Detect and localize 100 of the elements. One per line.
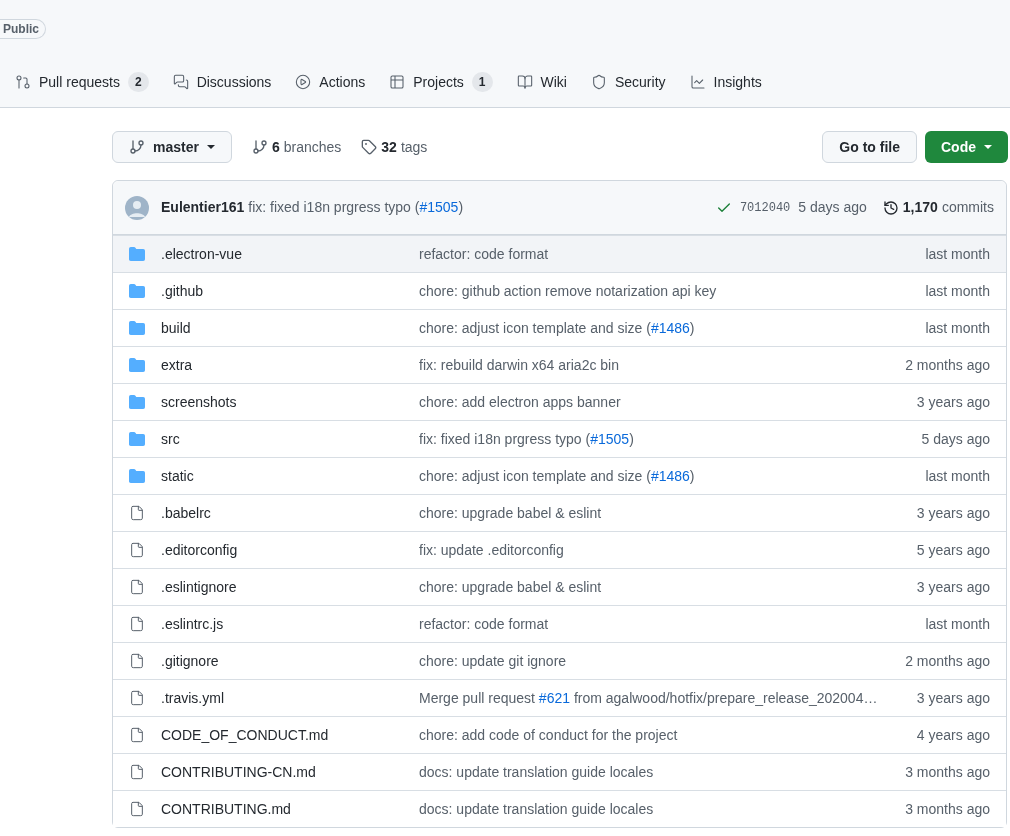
- issue-link[interactable]: #1505: [590, 430, 630, 447]
- commit-message[interactable]: chore: upgrade babel & eslint: [419, 576, 602, 598]
- file-icon: [129, 653, 145, 669]
- commit-time: 5 days ago: [798, 198, 867, 217]
- commit-message[interactable]: fix: rebuild darwin x64 aria2c bin: [419, 354, 619, 376]
- commit-message[interactable]: chore: upgrade babel & eslint: [419, 502, 602, 524]
- file-name[interactable]: screenshots: [161, 391, 419, 413]
- file-name[interactable]: .gitignore: [161, 650, 419, 672]
- branch-select-button[interactable]: master: [112, 131, 232, 163]
- commit-time: 5 days ago: [921, 429, 990, 449]
- file-name[interactable]: .electron-vue: [161, 243, 419, 265]
- commit-message[interactable]: refactor: code format: [419, 243, 549, 265]
- commit-time: 3 years ago: [916, 688, 990, 708]
- shield-icon: [590, 74, 607, 90]
- file-name[interactable]: .babelrc: [161, 502, 419, 524]
- commit-time: 3 months ago: [905, 799, 990, 819]
- commit-time: last month: [925, 281, 990, 301]
- file-row[interactable]: CONTRIBUTING.md docs: update translation guide locales 3 months ago: [113, 790, 1006, 827]
- file-icon: [129, 505, 145, 521]
- commit-message[interactable]: chore: update git ignore: [419, 650, 567, 672]
- repo-tab[interactable]: Insights: [689, 71, 762, 93]
- chat-bubbles-icon: [172, 74, 189, 90]
- file-name[interactable]: build: [161, 317, 419, 339]
- repo-tab[interactable]: Discussions: [172, 71, 272, 93]
- code-button[interactable]: Code: [925, 131, 1008, 163]
- file-icon: [129, 727, 145, 743]
- counter: 1: [471, 72, 493, 92]
- repo-tab[interactable]: Pull requests 2: [15, 71, 149, 93]
- commit-time: 5 years ago: [916, 540, 990, 560]
- file-name[interactable]: .eslintignore: [161, 576, 419, 598]
- commit-time: 3 months ago: [905, 762, 990, 782]
- folder-icon: [129, 283, 145, 299]
- caret-icon: [206, 145, 215, 149]
- book-icon: [516, 74, 533, 90]
- commit-time: 4 years ago: [916, 725, 990, 745]
- go-to-file-button[interactable]: Go to file: [822, 131, 917, 163]
- play-circle-icon: [295, 74, 312, 90]
- folder-icon: [129, 431, 145, 447]
- issue-link[interactable]: #1486: [650, 319, 690, 336]
- commit-message[interactable]: chore: adjust icon template and size (#1486): [419, 317, 695, 339]
- tags-link[interactable]: 32 tags: [361, 136, 428, 158]
- commit-message[interactable]: fix: update .editorconfig: [419, 539, 564, 561]
- file-name[interactable]: static: [161, 465, 419, 487]
- commit-message[interactable]: fix: fixed i18n prgress typo (#1505): [419, 428, 634, 450]
- commit-message[interactable]: docs: update translation guide locales: [419, 761, 654, 783]
- file-row[interactable]: .electron-vue refactor: code format last month: [113, 235, 1006, 272]
- repo-tab[interactable]: Actions: [295, 71, 366, 93]
- file-name[interactable]: .github: [161, 280, 419, 302]
- commit-message[interactable]: chore: github action remove notarization api key: [419, 280, 717, 302]
- commit-author[interactable]: Eulentier161: [161, 197, 245, 218]
- counter: 2: [127, 72, 149, 92]
- file-name[interactable]: .eslintrc.js: [161, 613, 419, 635]
- repo-tab[interactable]: Wiki: [516, 71, 567, 93]
- commit-message[interactable]: refactor: code format: [419, 613, 549, 635]
- line-chart-icon: [689, 74, 706, 90]
- commit-message[interactable]: chore: adjust icon template and size (#1486): [419, 465, 695, 487]
- commit-hash[interactable]: 7012040: [739, 198, 791, 217]
- branch-icon: [251, 139, 268, 155]
- file-icon: [129, 690, 145, 706]
- branches-link[interactable]: 6 branches: [251, 136, 342, 158]
- issue-link[interactable]: #1505: [419, 199, 459, 215]
- repo-tab[interactable]: Projects 1: [389, 71, 493, 93]
- avatar[interactable]: [125, 195, 149, 220]
- file-name[interactable]: CONTRIBUTING-CN.md: [161, 761, 419, 783]
- file-icon: [129, 579, 145, 595]
- commit-time: 3 years ago: [916, 392, 990, 412]
- file-icon: [129, 616, 145, 632]
- commit-time: last month: [925, 614, 990, 634]
- commits-link[interactable]: 1,170 commits: [882, 197, 994, 218]
- commit-time: 3 years ago: [916, 503, 990, 523]
- commit-time: 2 months ago: [905, 355, 990, 375]
- branch-icon: [129, 139, 145, 155]
- commit-message[interactable]: fix: fixed i18n prgress typo (#1505): [248, 199, 464, 215]
- commit-time: last month: [925, 244, 990, 264]
- history-icon: [882, 199, 899, 216]
- table-icon: [389, 74, 406, 90]
- issue-link[interactable]: #621: [538, 689, 570, 706]
- issue-link[interactable]: #1486: [650, 467, 690, 484]
- commit-time: 3 years ago: [916, 577, 990, 597]
- commit-message[interactable]: chore: add electron apps banner: [419, 391, 621, 413]
- repo-tab[interactable]: Security: [590, 71, 666, 93]
- commit-message[interactable]: chore: add code of conduct for the project: [419, 724, 678, 746]
- file-icon: [129, 801, 145, 817]
- file-name[interactable]: extra: [161, 354, 419, 376]
- folder-icon: [129, 357, 145, 373]
- pull-request-icon: [15, 74, 31, 90]
- folder-icon: [129, 394, 145, 410]
- commit-message[interactable]: Merge pull request #621 from agalwood/hotfix/prepare_release_202004…: [419, 687, 878, 709]
- commit-time: 2 months ago: [905, 651, 990, 671]
- file-name[interactable]: src: [161, 428, 419, 450]
- file-name[interactable]: CODE_OF_CONDUCT.md: [161, 724, 419, 746]
- caret-icon: [984, 145, 992, 149]
- commit-time: last month: [925, 466, 990, 486]
- file-name[interactable]: .editorconfig: [161, 539, 419, 561]
- commit-message[interactable]: docs: update translation guide locales: [419, 798, 654, 820]
- folder-icon: [129, 320, 145, 336]
- file-name[interactable]: .travis.yml: [161, 687, 419, 709]
- file-name[interactable]: CONTRIBUTING.md: [161, 798, 419, 820]
- folder-icon: [129, 468, 145, 484]
- commit-time: last month: [925, 318, 990, 338]
